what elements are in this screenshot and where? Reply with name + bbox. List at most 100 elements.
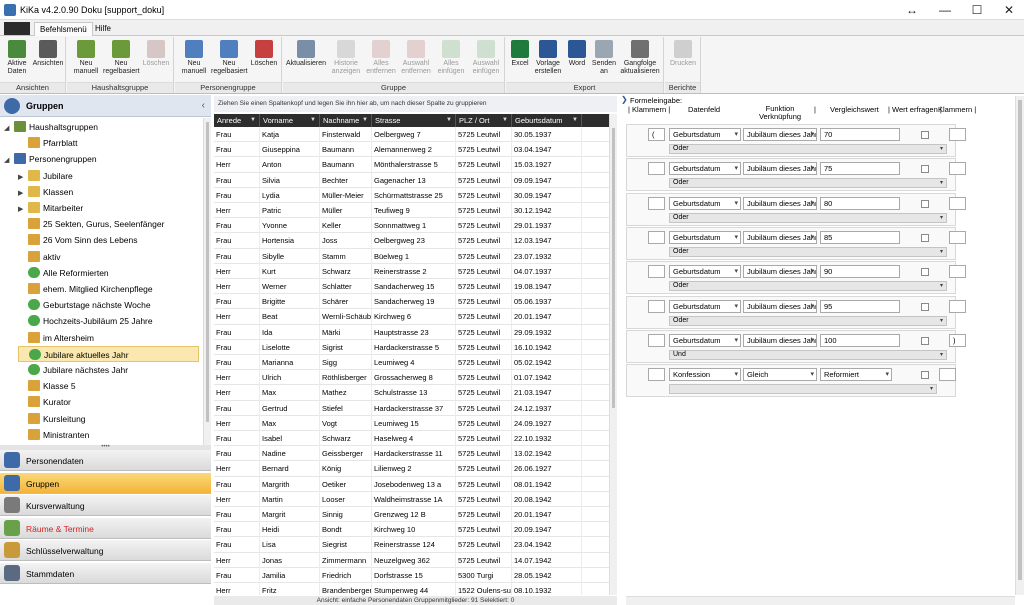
- tree-item[interactable]: Kurator: [18, 394, 199, 410]
- wert-erfragen-checkbox[interactable]: [921, 165, 929, 174]
- close-bracket-field[interactable]: [949, 162, 966, 176]
- hh-neu-manuell-button[interactable]: Neu manuell: [70, 40, 102, 76]
- table-row[interactable]: Frau Jamilia Friedrich Dorfstrasse 15 5300 T…: [214, 567, 609, 583]
- alles-entfernen-button[interactable]: Alles entfernen: [364, 40, 398, 76]
- table-row[interactable]: Frau Brigitte Schärer Sandacherweg 19 5725 L…: [214, 294, 609, 310]
- column-header-vorname[interactable]: Vorname ▼: [260, 114, 320, 127]
- table-row[interactable]: Frau Liselotte Sigrist Hardackerstrasse 5 57…: [214, 339, 609, 355]
- table-row[interactable]: Frau Yvonne Keller Sonnmattweg 1 5725 Leutwi…: [214, 218, 609, 234]
- minimize-button[interactable]: —: [930, 2, 960, 18]
- table-row[interactable]: Herr Beat Wernli-Schäub Kirchweg 6 5725 Leut…: [214, 309, 609, 325]
- close-bracket-field[interactable]: [939, 368, 956, 382]
- table-row[interactable]: Herr Werner Schlatter Sandacherweg 15 5725 L…: [214, 279, 609, 295]
- datenfeld-select[interactable]: Konfession: [669, 368, 741, 382]
- wert-erfragen-checkbox[interactable]: [921, 199, 929, 208]
- hh-neu-regelbasiert-button[interactable]: Neu regelbasiert: [103, 40, 140, 76]
- nav-kursverwaltung[interactable]: Kursverwaltung: [0, 495, 211, 516]
- formula-hscrollbar[interactable]: [626, 596, 1015, 605]
- wert-erfragen-checkbox[interactable]: [921, 268, 929, 277]
- collapse-panel-icon[interactable]: ‹: [202, 100, 205, 111]
- funktion-select[interactable]: Jubiläum dieses Jahr: [743, 299, 817, 313]
- table-row[interactable]: Frau Lydia Müller-Meier Schürmattstrasse 25…: [214, 187, 609, 203]
- table-row[interactable]: Frau Margrit Sinnig Grenzweg 12 B 5725 Leutw…: [214, 507, 609, 523]
- close-bracket-field[interactable]: [949, 196, 966, 210]
- column-header-nachname[interactable]: Nachname ▼: [320, 114, 372, 127]
- table-row[interactable]: Frau Giuseppina Baumann Alemannenweg 2 5725 …: [214, 142, 609, 158]
- column-header-anrede[interactable]: Anrede ▼: [214, 114, 260, 127]
- senden-an-button[interactable]: Senden an: [591, 40, 617, 76]
- nav-personendaten[interactable]: Personendaten: [0, 450, 211, 471]
- close-button[interactable]: ✕: [994, 2, 1024, 18]
- table-row[interactable]: Herr Ulrich Röthlisberger Grossacherweg 8 57…: [214, 370, 609, 386]
- file-tab[interactable]: [4, 22, 30, 35]
- table-row[interactable]: Frau Gertrud Stiefel Hardackerstrasse 37 572…: [214, 400, 609, 416]
- table-row[interactable]: Frau Nadine Geissberger Hardackerstrasse 11…: [214, 446, 609, 462]
- tree-item[interactable]: Ministranten: [18, 427, 199, 443]
- table-row[interactable]: Frau Ida Märki Hauptstrasse 23 5725 Leutwil 2…: [214, 324, 609, 340]
- table-row[interactable]: Herr Max Vogt Leumiweg 15 5725 Leutwil 24.09.…: [214, 415, 609, 431]
- verknuepfung-select[interactable]: Oder: [669, 178, 947, 189]
- historie-anzeigen-button[interactable]: Historie anzeigen: [329, 40, 363, 76]
- drucken-button[interactable]: Drucken: [668, 40, 698, 68]
- wert-erfragen-checkbox[interactable]: [921, 302, 929, 311]
- verknuepfung-select[interactable]: Oder: [669, 281, 947, 292]
- tree-item[interactable]: Jubilare nächstes Jahr: [18, 362, 199, 378]
- close-bracket-field[interactable]: [949, 128, 966, 141]
- table-row[interactable]: Frau Margrith Oetiker Josebodenweg 13 a 5725…: [214, 476, 609, 492]
- pg-neu-manuell-button[interactable]: Neu manuell: [178, 40, 210, 76]
- verknuepfung-select[interactable]: Und: [669, 349, 947, 360]
- formula-scrollbar-thumb[interactable]: [1018, 100, 1022, 580]
- tree-twisty-icon[interactable]: ◢: [4, 121, 14, 137]
- datenfeld-select[interactable]: Geburtsdatum: [669, 230, 741, 244]
- open-bracket-field[interactable]: [648, 333, 665, 347]
- excel-button[interactable]: Excel: [508, 40, 532, 68]
- tree-item[interactable]: aktiv: [18, 249, 199, 265]
- auswahl-einfuegen-button[interactable]: Auswahl einfügen: [469, 40, 503, 76]
- datenfeld-select[interactable]: Geburtsdatum: [669, 265, 741, 279]
- table-row[interactable]: Herr Kurt Schwarz Reinerstrasse 2 5725 Leutw…: [214, 263, 609, 279]
- aktualisieren-button[interactable]: Aktualisieren: [285, 40, 327, 68]
- tree-item[interactable]: ▶ Klassen: [18, 184, 199, 200]
- tree-item[interactable]: Geburtstage nächste Woche: [18, 297, 199, 313]
- datenfeld-select[interactable]: Geburtsdatum: [669, 128, 741, 141]
- tab-hilfe[interactable]: Hilfe: [90, 22, 116, 36]
- datenfeld-select[interactable]: Geburtsdatum: [669, 196, 741, 210]
- funktion-select[interactable]: Gleich: [743, 368, 817, 382]
- close-bracket-field[interactable]: [949, 230, 966, 244]
- vergleichswert-input[interactable]: 80: [820, 196, 900, 210]
- nav-gruppen[interactable]: Gruppen: [0, 472, 211, 494]
- maximize-button[interactable]: ☐: [962, 2, 992, 18]
- verknuepfung-select[interactable]: Oder: [669, 144, 947, 154]
- table-row[interactable]: Herr Patric Müller Teufiweg 9 5725 Leutwil 30…: [214, 203, 609, 219]
- column-header-strasse[interactable]: Strasse ▼: [372, 114, 456, 127]
- verknuepfung-select[interactable]: Oder: [669, 212, 947, 223]
- table-row[interactable]: Herr Jonas Zimmermann Neuzelgweg 362 5725 Le…: [214, 552, 609, 568]
- filter-icon[interactable]: ▼: [502, 114, 508, 127]
- vergleichswert-input[interactable]: 100: [820, 333, 900, 347]
- vergleichswert-input[interactable]: Reformiert: [820, 368, 892, 382]
- formula-scrollbar[interactable]: [1015, 96, 1024, 595]
- column-header-geburtsdatum[interactable]: Geburtsdatum ▼: [512, 114, 582, 127]
- vorlage-erstellen-button[interactable]: Vorlage erstellen: [533, 40, 563, 76]
- open-bracket-field[interactable]: [648, 230, 665, 244]
- wert-erfragen-checkbox[interactable]: [921, 233, 929, 242]
- verknuepfung-select[interactable]: Oder: [669, 246, 947, 257]
- grid-scrollbar-thumb[interactable]: [612, 128, 615, 408]
- table-row[interactable]: Herr Anton Baumann Mönthalerstrasse 5 5725 L…: [214, 157, 609, 173]
- table-row[interactable]: Frau Sibylle Stamm Büelweg 1 5725 Leutwil 23.…: [214, 248, 609, 264]
- alles-einfuegen-button[interactable]: Alles einfügen: [434, 40, 468, 76]
- tree-item[interactable]: ehem. Mitglied Kirchenpflege: [18, 281, 199, 297]
- open-bracket-field[interactable]: [648, 162, 665, 176]
- verknuepfung-select[interactable]: Oder: [669, 315, 947, 326]
- pg-neu-regelbasiert-button[interactable]: Neu regelbasiert: [211, 40, 248, 76]
- datenfeld-select[interactable]: Geburtsdatum: [669, 299, 741, 313]
- column-header-plz-ort[interactable]: PLZ / Ort ▼: [456, 114, 512, 127]
- datenfeld-select[interactable]: Geburtsdatum: [669, 333, 741, 347]
- hh-loeschen-button[interactable]: Löschen: [141, 40, 171, 68]
- auswahl-entfernen-button[interactable]: Auswahl entfernen: [399, 40, 433, 76]
- tree-item[interactable]: Pfarrblatt: [18, 135, 199, 151]
- datenfeld-select[interactable]: Geburtsdatum: [669, 162, 741, 176]
- tree-item[interactable]: Klasse 5: [18, 378, 199, 394]
- ansichten-button[interactable]: Ansichten: [32, 40, 64, 68]
- open-bracket-field[interactable]: [648, 299, 665, 313]
